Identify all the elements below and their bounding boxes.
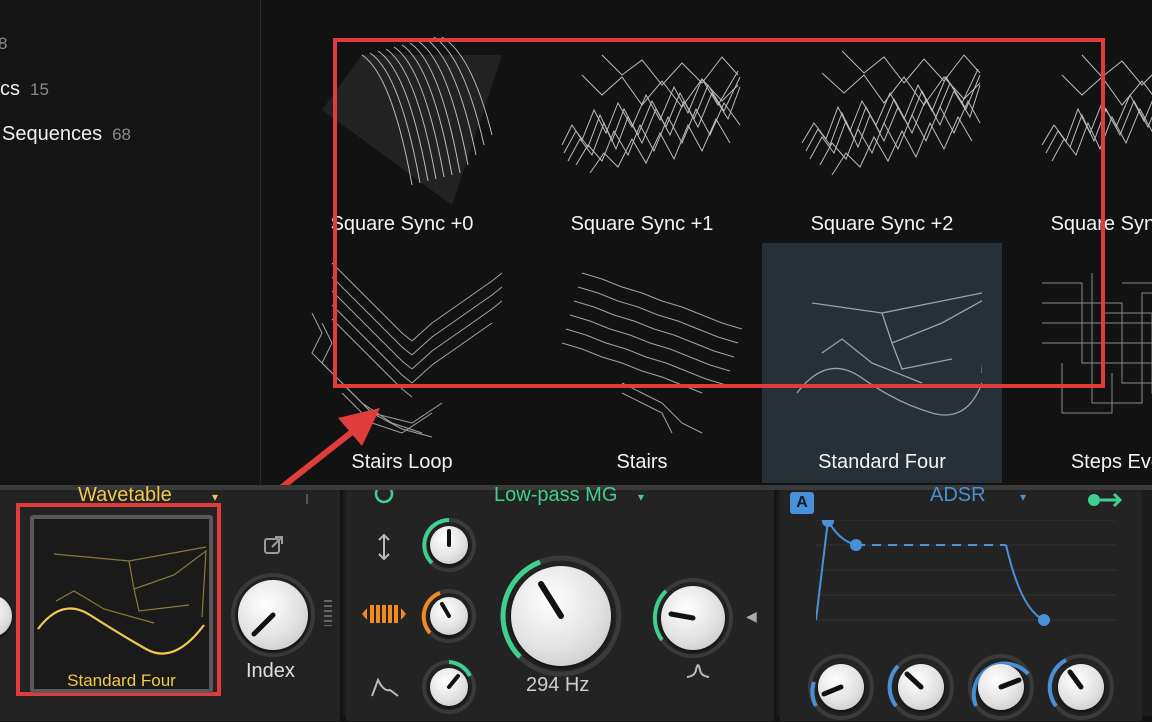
knob-indicator (251, 612, 276, 637)
filter-dropdown-icon[interactable]: ▾ (638, 490, 644, 504)
section-divider (774, 490, 777, 721)
wavetable-tile[interactable]: Square Sync +2 (762, 5, 1002, 245)
category-item[interactable]: 8 (0, 32, 7, 55)
category-item[interactable]: cs 15 (0, 78, 49, 101)
wavetable-preview (37, 546, 207, 655)
envelope-dropdown-icon[interactable]: ▾ (1020, 490, 1026, 504)
index-label: Index (246, 660, 295, 682)
resonance-knob[interactable] (661, 586, 725, 650)
envelope-shape-icon (371, 677, 399, 697)
wavetable-name: Stairs (616, 451, 668, 473)
frequency-value: 294 Hz (526, 674, 590, 696)
current-wavetable-thumbnail[interactable]: Standard Four (30, 515, 213, 693)
index-knob[interactable] (238, 580, 308, 650)
resonance-peak-icon (686, 664, 710, 678)
wavetable-name: Square Sync +3 (1050, 213, 1152, 235)
wavetable-name: Square Sync +0 (330, 213, 474, 235)
filter-section: Low-pass MG ▾ 294 Hz ◀ (346, 484, 774, 721)
wavetable-tile-selected[interactable]: Standard Four (762, 243, 1002, 483)
route-arrow-icon[interactable] (1086, 490, 1126, 510)
knob-indicator (447, 529, 451, 547)
current-wavetable-name: Standard Four (67, 671, 176, 690)
wavetable-preview (302, 15, 502, 205)
up-down-arrow-icon (378, 533, 390, 561)
knob-indicator (440, 602, 451, 618)
filter-mod-knob[interactable] (430, 526, 468, 564)
frequency-knob[interactable] (511, 566, 611, 666)
mode-dropdown-icon[interactable]: ▾ (212, 490, 218, 504)
wavetable-name: Square Sync +2 (810, 213, 954, 235)
wavetable-preview (782, 253, 988, 443)
knob-indicator (538, 581, 564, 619)
knob-indicator (668, 611, 696, 621)
envelope-type-label[interactable]: ADSR (930, 484, 986, 507)
filter-type-label[interactable]: Low-pass MG (494, 484, 617, 507)
wavetable-name: Steps Even (1070, 451, 1152, 473)
scroll-handle[interactable] (324, 600, 332, 626)
envelope-graph[interactable] (816, 520, 1116, 630)
knob-indicator (904, 671, 924, 690)
sustain-knob[interactable] (978, 664, 1024, 710)
wavetable-name: Standard Four (818, 451, 946, 473)
release-knob[interactable] (1058, 664, 1104, 710)
category-label: cs (0, 78, 20, 100)
env-amount-knob[interactable] (430, 668, 468, 706)
wavetable-preview (542, 253, 743, 443)
category-item[interactable]: Sequences 68 (2, 123, 131, 146)
category-count: 15 (30, 80, 49, 99)
meter-icon (306, 494, 336, 504)
expand-icon[interactable] (262, 533, 286, 557)
knob-indicator (998, 677, 1022, 690)
wavetable-preview (542, 15, 742, 205)
section-divider (340, 490, 343, 721)
wavetable-tile[interactable]: Steps Even (1002, 243, 1152, 483)
envelope-section: A ADSR ▾ (780, 484, 1142, 721)
wavetable-name: Square Sync +1 (570, 213, 714, 235)
left-triangle-icon[interactable]: ◀ (746, 608, 757, 625)
wavetable-name: Stairs Loop (351, 451, 453, 473)
wavetable-tile[interactable]: Stairs Loop (282, 243, 522, 483)
wavetable-preview (302, 253, 503, 443)
knob-indicator (447, 674, 460, 689)
wavetable-tile[interactable]: Square Sync +1 (522, 5, 762, 245)
wavetable-grid: Square Sync +0 Square Sync +1 Square Syn… (261, 0, 1152, 485)
category-label: Sequences (2, 123, 103, 145)
knob-indicator (821, 684, 844, 697)
category-count: 68 (112, 125, 131, 144)
keyboard-icon (362, 605, 406, 623)
partial-knob[interactable] (0, 595, 12, 637)
wavetable-tile[interactable]: Stairs (522, 243, 762, 483)
category-count: 8 (0, 34, 8, 53)
wavetable-preview (782, 15, 982, 205)
decay-knob[interactable] (898, 664, 944, 710)
wavetable-tile[interactable]: Square Sync +3 (1002, 5, 1152, 245)
power-icon[interactable] (372, 490, 396, 504)
wavetable-browser: 8 cs 15 Sequences 68 Square Sync +0 Squa… (0, 0, 1152, 485)
wavetable-preview (1022, 15, 1152, 205)
keytrack-knob[interactable] (430, 597, 468, 635)
category-list: 8 cs 15 Sequences 68 (0, 0, 261, 485)
wavetable-preview (1022, 253, 1152, 443)
wavetable-tile[interactable]: Square Sync +0 (282, 5, 522, 245)
attack-knob[interactable] (818, 664, 864, 710)
knob-indicator (1067, 669, 1084, 690)
envelope-badge[interactable]: A (790, 492, 814, 514)
